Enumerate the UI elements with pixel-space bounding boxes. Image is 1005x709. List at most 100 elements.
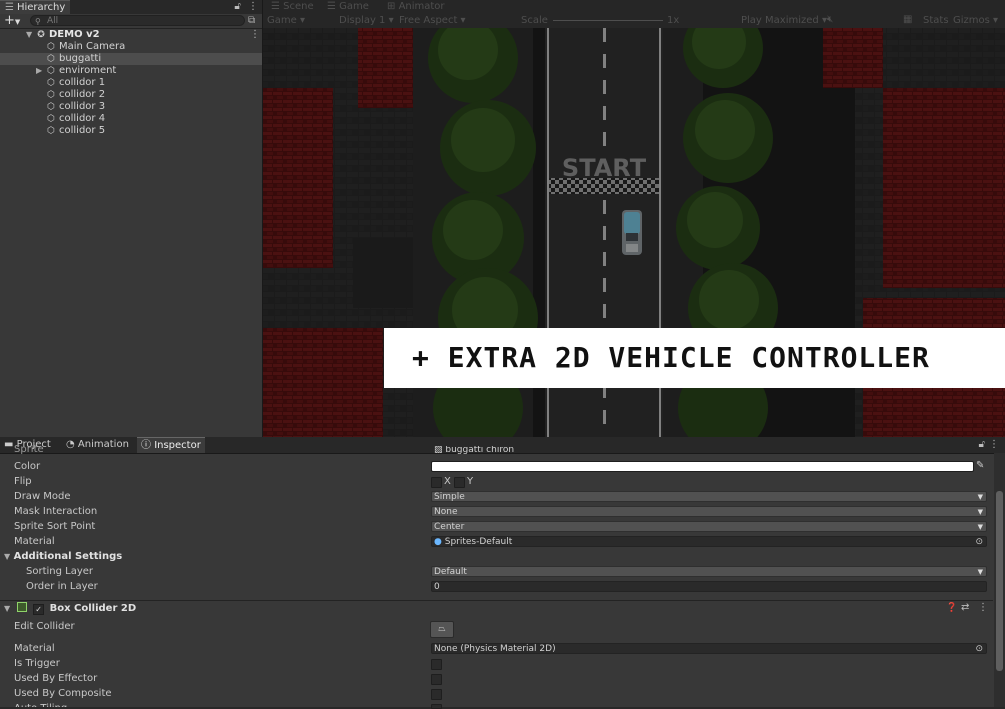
aspect-dropdown[interactable]: Free Aspect ▾ (399, 15, 466, 26)
flip-y-checkbox[interactable] (454, 477, 465, 488)
tab-game[interactable]: ☰ Game (327, 1, 369, 12)
material-value: Sprites-Default (444, 537, 513, 547)
mask-interaction-dropdown[interactable]: None ▼ (431, 506, 987, 517)
edit-shape-icon: ⏢ (438, 624, 446, 634)
tab-animator[interactable]: ⊞ Animator (387, 1, 445, 12)
inspector-lock-icon[interactable]: 🔓︎ (979, 439, 985, 450)
hierarchy-item-label: collidor 5 (59, 125, 106, 136)
tab-inspector[interactable]: ⓘ Inspector (137, 437, 205, 453)
scrollbar-thumb[interactable] (996, 491, 1003, 671)
lock-icon[interactable]: 🔓︎ (234, 1, 240, 12)
tab-animation[interactable]: ◔ Animation (66, 437, 136, 453)
collider-material-field[interactable]: None (Physics Material 2D) ⊙ (431, 643, 987, 654)
eyedropper-icon[interactable]: ✎ (976, 460, 984, 471)
color-label: Color (14, 461, 41, 472)
inspector-scrollbar[interactable] (994, 453, 1005, 707)
hierarchy-item[interactable]: ▶ ⬡ enviroment (0, 65, 262, 77)
hierarchy-search-input[interactable]: ⚲ All (30, 15, 245, 26)
folder-icon: ▬ (4, 439, 14, 450)
game-mode-label: Game (267, 15, 297, 26)
hierarchy-item[interactable]: ⬡ collidor 4 (0, 113, 262, 125)
gameobject-cube-icon: ⬡ (47, 42, 55, 52)
hierarchy-item-label: Main Camera (59, 41, 126, 52)
edit-collider-button[interactable]: ⏢ (430, 621, 454, 638)
play-mode-label: Play Maximized (741, 15, 819, 26)
hierarchy-item[interactable]: ⬡ collidor 5 (0, 125, 262, 137)
order-in-layer-input[interactable]: 0 (431, 581, 987, 592)
scene-menu-icon[interactable]: ⋮ (250, 29, 260, 41)
scene-game-toolbar: ☰ Scene ☰ Game ⊞ Animator Game ▾ Display… (263, 0, 1005, 28)
sprite-asset-icon: ▨ (434, 446, 443, 454)
tab-hierarchy[interactable]: ☰ Hierarchy (0, 0, 70, 14)
used-by-composite-checkbox[interactable] (431, 689, 442, 700)
collider-material-label: Material (14, 643, 55, 654)
additional-settings-foldout[interactable]: ▼ Additional Settings (4, 550, 122, 564)
chevron-down-icon: ▼ (977, 493, 983, 501)
scene-root-row[interactable]: ▼ ✪ DEMO v2 ⋮ (0, 29, 262, 41)
object-picker-icon[interactable]: ⊙ (975, 537, 983, 548)
preset-icon[interactable]: ⇄ (961, 602, 969, 613)
hierarchy-item[interactable]: ⬡ collidor 2 (0, 89, 262, 101)
tab-scene[interactable]: ☰ Scene (271, 1, 314, 12)
hierarchy-item[interactable]: ⬡ collidor 1 (0, 77, 262, 89)
draw-mode-label: Draw Mode (14, 491, 71, 502)
stats-button[interactable]: Stats (923, 15, 949, 26)
additional-settings-label: Additional Settings (13, 551, 123, 562)
hierarchy-item-label: buggatti (59, 53, 102, 64)
sprite-sort-point-value: Center (434, 522, 465, 532)
gameobject-cube-icon: ⬡ (47, 102, 55, 112)
expand-arrow-icon[interactable]: ▶ (36, 65, 42, 77)
mute-audio-icon[interactable]: 🔇︎ (827, 14, 833, 25)
collider-material-value: None (Physics Material 2D) (434, 644, 556, 654)
sorting-layer-value: Default (434, 567, 467, 577)
create-button[interactable]: +▼ (4, 13, 20, 28)
play-mode-dropdown[interactable]: Play Maximized ▾ (741, 15, 827, 26)
hierarchy-list-icon: ☰ (5, 2, 14, 13)
box-collider-header[interactable]: ▼ ✓ Box Collider 2D (4, 602, 136, 616)
hierarchy-tab-bar: ☰ Hierarchy 🔓︎ ⋮ (0, 0, 262, 15)
search-by-type-icon[interactable]: ⧉ (248, 15, 255, 26)
gameobject-cube-icon: ⬡ (47, 126, 55, 136)
hierarchy-item-label: collidor 2 (59, 89, 106, 100)
flip-y-label: Y (467, 476, 474, 487)
display-label: Display 1 (339, 15, 386, 26)
game-mode-dropdown[interactable]: Game ▾ (267, 15, 305, 26)
flip-label: Flip (14, 476, 32, 487)
flip-x-checkbox[interactable] (431, 477, 442, 488)
mask-interaction-value: None (434, 507, 458, 517)
display-dropdown[interactable]: Display 1 ▾ (339, 15, 394, 26)
sorting-layer-dropdown[interactable]: Default ▼ (431, 566, 987, 577)
sprite-sort-point-dropdown[interactable]: Center ▼ (431, 521, 987, 532)
sprite-label: Sprite (14, 445, 44, 455)
more-options-icon[interactable]: ⋮ (248, 1, 258, 12)
search-icon: ⚲ (35, 17, 41, 26)
scale-slider[interactable] (553, 20, 663, 21)
expand-arrow-icon[interactable]: ▼ (26, 29, 32, 41)
object-picker-icon[interactable]: ⊙ (975, 644, 983, 655)
sprite-value: buggatti chiron (445, 446, 515, 454)
chevron-down-icon: ▼ (977, 523, 983, 531)
sprite-field[interactable]: ▨ buggatti chiron (431, 446, 976, 454)
component-enabled-checkbox[interactable]: ✓ (33, 604, 45, 615)
hierarchy-item-label: collidor 1 (59, 77, 106, 88)
tab-inspector-label: Inspector (154, 440, 201, 451)
mask-interaction-label: Mask Interaction (14, 506, 98, 517)
gameobject-cube-icon: ⬡ (47, 78, 55, 88)
gizmos-dropdown[interactable]: Gizmos ▾ (953, 15, 998, 26)
color-field[interactable] (431, 461, 974, 472)
is-trigger-checkbox[interactable] (431, 659, 442, 670)
search-placeholder: All (47, 16, 59, 26)
draw-mode-value: Simple (434, 492, 465, 502)
used-by-effector-checkbox[interactable] (431, 674, 442, 685)
hierarchy-item-selected[interactable]: ⬡ buggatti (0, 53, 262, 65)
hierarchy-item[interactable]: ⬡ collidor 3 (0, 101, 262, 113)
draw-mode-dropdown[interactable]: Simple ▼ (431, 491, 987, 502)
hierarchy-tab-label: Hierarchy (16, 2, 66, 13)
material-field[interactable]: ● Sprites-Default ⊙ (431, 536, 987, 547)
component-menu-icon[interactable]: ⋮ (978, 602, 988, 613)
scene-name: DEMO v2 (49, 29, 100, 40)
grid-icon[interactable]: ▦ (903, 14, 912, 25)
help-icon[interactable]: ❓ (946, 603, 957, 613)
inspector-menu-icon[interactable]: ⋮ (989, 439, 999, 450)
hierarchy-item[interactable]: ⬡ Main Camera (0, 41, 262, 53)
